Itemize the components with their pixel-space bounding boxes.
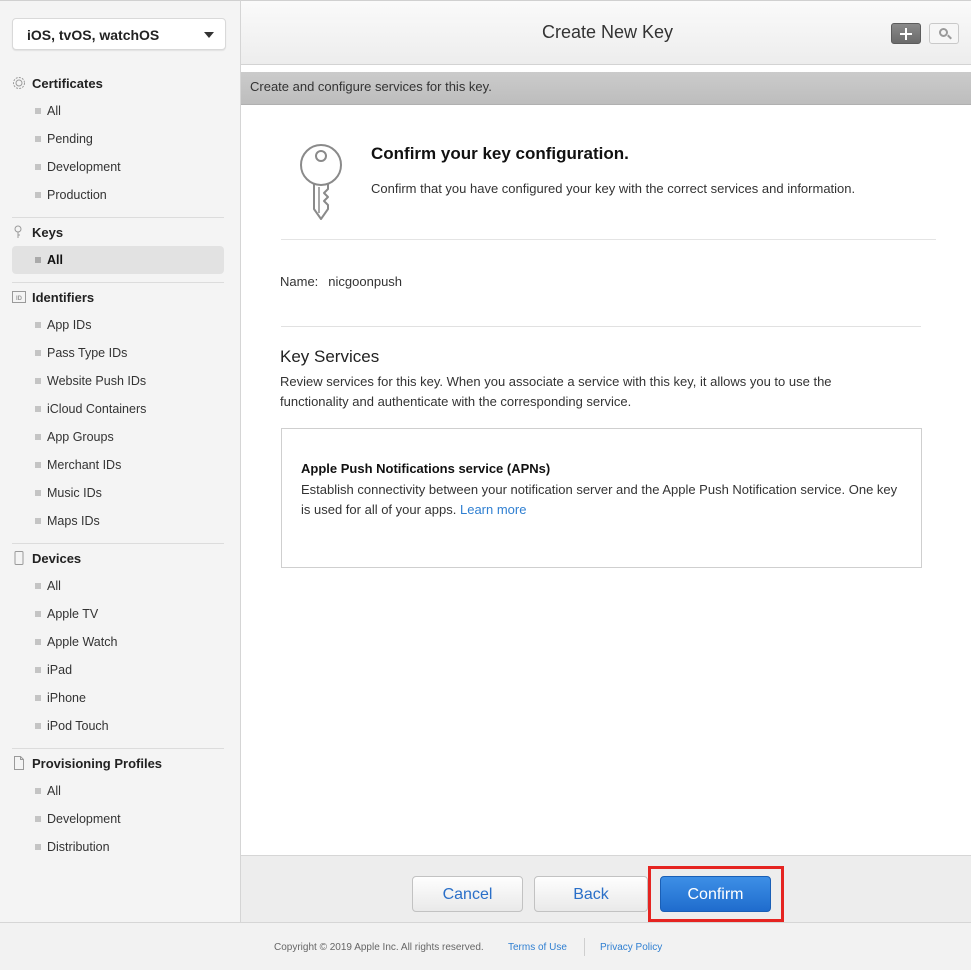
key-services-title: Key Services <box>280 347 380 366</box>
confirm-description: Confirm that you have configured your ke… <box>371 181 856 196</box>
sidebar-item-profiles-distribution[interactable]: Distribution <box>12 833 224 861</box>
sidebar-section-devices: Devices All Apple TV Apple Watch iPad iP… <box>12 543 224 748</box>
sidebar-item-devices-all[interactable]: All <box>12 572 224 600</box>
sidebar-item-certificates-production[interactable]: Production <box>12 181 224 209</box>
sidebar-item-pass-type-ids[interactable]: Pass Type IDs <box>12 339 224 367</box>
content-area: Confirm your key configuration. Confirm … <box>241 105 971 855</box>
divider <box>281 326 921 327</box>
cancel-button[interactable]: Cancel <box>412 876 523 912</box>
sidebar-item-iphone[interactable]: iPhone <box>12 684 224 712</box>
page-title: Create New Key <box>541 22 674 42</box>
key-services-description: Review services for this key. When you a… <box>280 374 832 409</box>
sidebar-item-maps-ids[interactable]: Maps IDs <box>12 507 224 535</box>
page-footer: Copyright © 2019 Apple Inc. All rights r… <box>0 922 971 970</box>
platform-select-value: iOS, tvOS, watchOS <box>27 27 160 43</box>
sidebar-item-ipad[interactable]: iPad <box>12 656 224 684</box>
key-illustration-icon <box>300 144 342 220</box>
key-name-label: Name: <box>280 274 319 289</box>
footer-separator <box>584 938 585 956</box>
sidebar-item-certificates-development[interactable]: Development <box>12 153 224 181</box>
divider <box>281 239 936 240</box>
chevron-down-icon <box>204 32 214 38</box>
sidebar-heading-identifiers[interactable]: ID Identifiers <box>12 283 224 311</box>
service-card-apns: Apple Push Notifications service (APNs) … <box>281 428 922 568</box>
page-subtitle: Create and configure services for this k… <box>241 72 971 105</box>
main-panel: Create New Key Create and configure serv… <box>241 0 971 923</box>
sidebar: iOS, tvOS, watchOS Certificates All Pend… <box>0 0 241 922</box>
back-button[interactable]: Back <box>534 876 648 912</box>
service-name: Apple Push Notifications service (APNs) <box>301 461 551 476</box>
page-header: Create New Key <box>241 1 971 65</box>
add-button[interactable] <box>891 23 921 44</box>
confirm-title: Confirm your key configuration. <box>371 144 629 163</box>
sidebar-item-apple-watch[interactable]: Apple Watch <box>12 628 224 656</box>
certificate-icon <box>13 77 25 89</box>
sidebar-item-profiles-development[interactable]: Development <box>12 805 224 833</box>
key-icon <box>14 225 22 238</box>
sidebar-item-certificates-all[interactable]: All <box>12 97 224 125</box>
platform-select[interactable]: iOS, tvOS, watchOS <box>12 18 226 50</box>
device-icon <box>14 551 24 565</box>
privacy-link[interactable]: Privacy Policy <box>600 942 662 953</box>
search-button[interactable] <box>929 23 959 44</box>
sidebar-nav: Certificates All Pending Development Pro… <box>0 69 240 861</box>
sidebar-item-apple-tv[interactable]: Apple TV <box>12 600 224 628</box>
sidebar-item-app-ids[interactable]: App IDs <box>12 311 224 339</box>
action-bar: Cancel Back Confirm <box>241 855 971 923</box>
svg-text:ID: ID <box>16 296 23 302</box>
sidebar-heading-profiles[interactable]: Provisioning Profiles <box>12 749 224 777</box>
sidebar-section-certificates: Certificates All Pending Development Pro… <box>12 69 224 217</box>
terms-link[interactable]: Terms of Use <box>508 942 567 953</box>
sidebar-section-identifiers: ID Identifiers App IDs Pass Type IDs Web… <box>12 282 224 543</box>
copyright-text: Copyright © 2019 Apple Inc. All rights r… <box>274 942 484 953</box>
learn-more-link[interactable]: Learn more <box>460 502 526 517</box>
sidebar-item-profiles-all[interactable]: All <box>12 777 224 805</box>
key-name-row: Name: nicgoonpush <box>280 274 402 289</box>
confirm-button[interactable]: Confirm <box>660 876 771 912</box>
sidebar-item-music-ids[interactable]: Music IDs <box>12 479 224 507</box>
key-name-value: nicgoonpush <box>328 274 403 289</box>
sidebar-heading-keys[interactable]: Keys <box>12 218 224 246</box>
sidebar-item-icloud-containers[interactable]: iCloud Containers <box>12 395 224 423</box>
sidebar-section-keys: Keys All <box>12 217 224 282</box>
service-description: Establish connectivity between your noti… <box>301 482 898 517</box>
sidebar-section-profiles: Provisioning Profiles All Development Di… <box>12 748 224 861</box>
document-icon <box>14 756 24 770</box>
id-icon: ID <box>12 291 26 303</box>
sidebar-item-merchant-ids[interactable]: Merchant IDs <box>12 451 224 479</box>
sidebar-item-certificates-pending[interactable]: Pending <box>12 125 224 153</box>
sidebar-item-keys-all[interactable]: All <box>12 246 224 274</box>
sidebar-heading-devices[interactable]: Devices <box>12 544 224 572</box>
sidebar-heading-certificates[interactable]: Certificates <box>12 69 224 97</box>
sidebar-item-app-groups[interactable]: App Groups <box>12 423 224 451</box>
sidebar-item-ipod-touch[interactable]: iPod Touch <box>12 712 224 740</box>
sidebar-item-website-push-ids[interactable]: Website Push IDs <box>12 367 224 395</box>
